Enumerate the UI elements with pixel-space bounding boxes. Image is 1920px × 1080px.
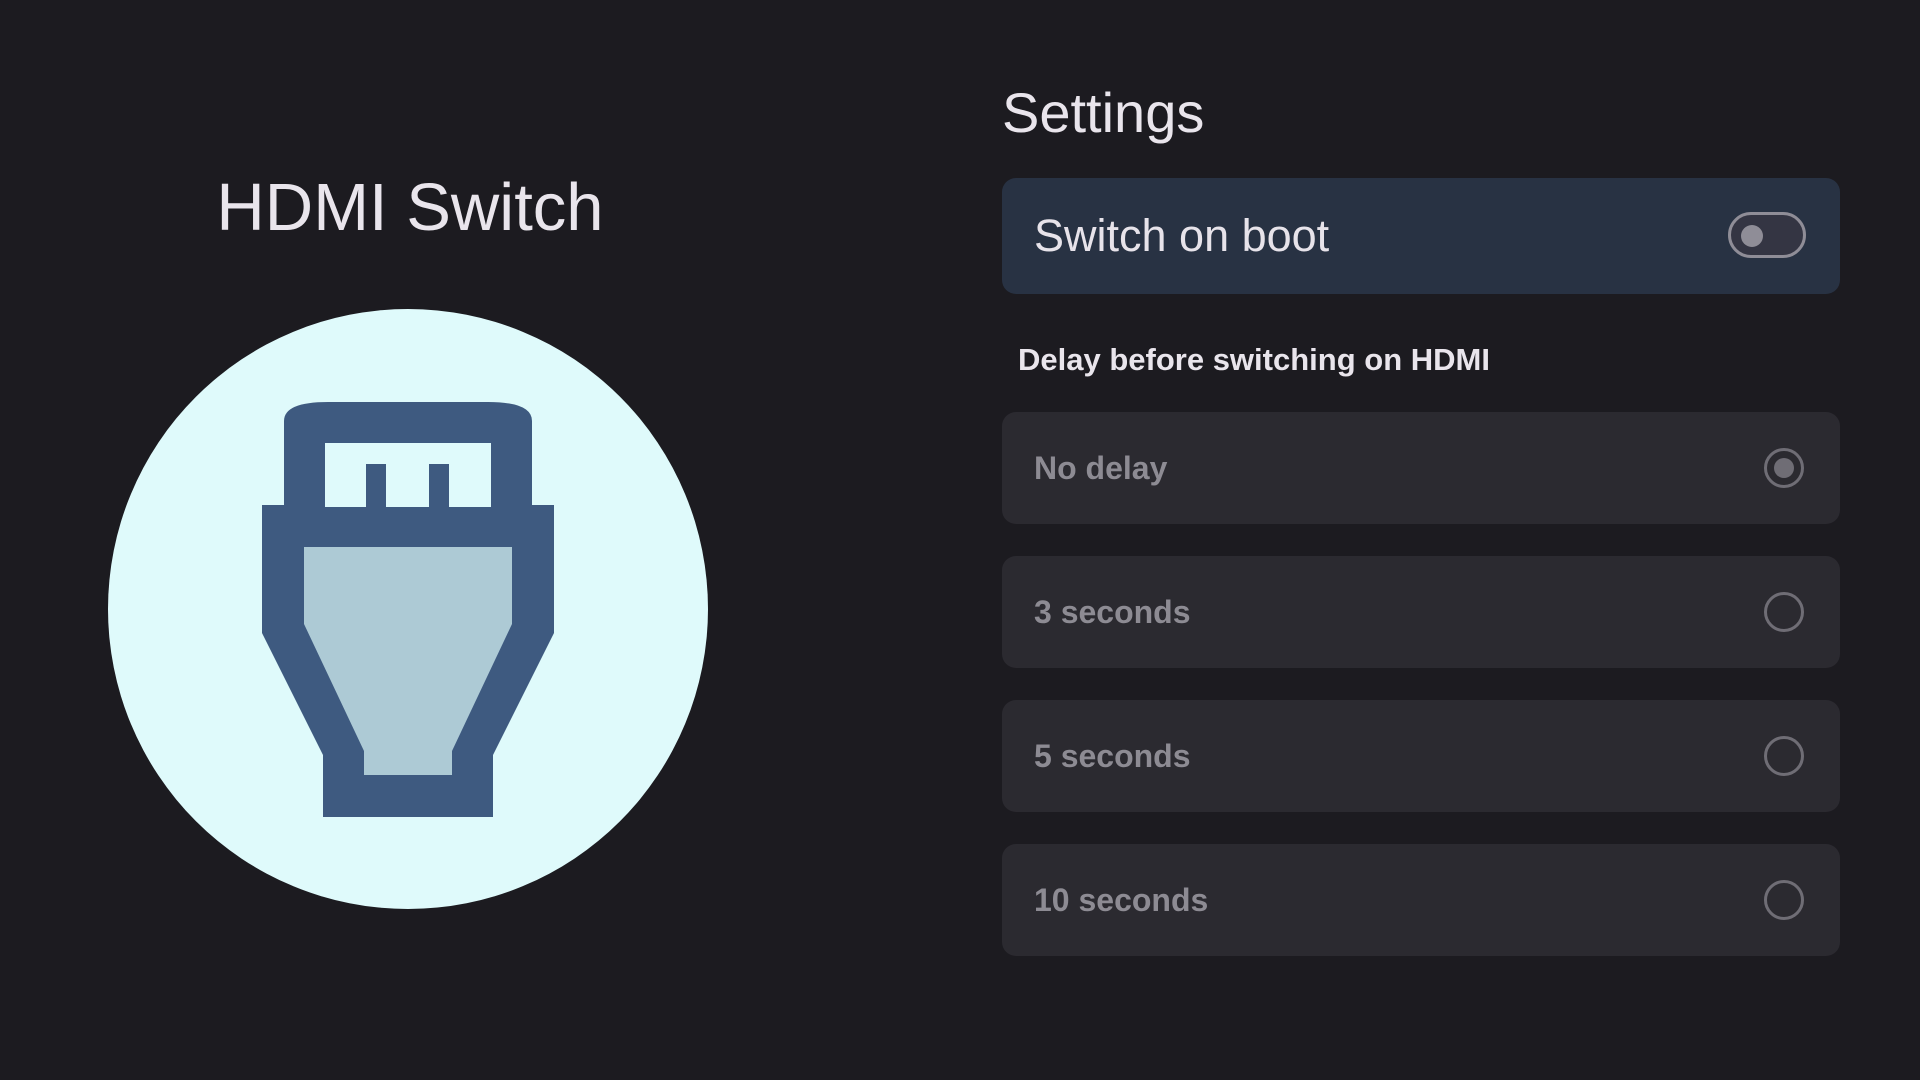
- delay-option-label: 3 seconds: [1034, 594, 1191, 630]
- switch-on-boot-setting[interactable]: Switch on boot: [1002, 178, 1840, 294]
- switch-on-boot-label: Switch on boot: [1034, 210, 1330, 261]
- switch-on-boot-toggle[interactable]: [1728, 212, 1806, 258]
- app-logo: [108, 309, 708, 909]
- delay-section-label: Delay before switching on HDMI: [1018, 342, 1490, 377]
- delay-option-label: No delay: [1034, 450, 1168, 486]
- delay-option-label: 10 seconds: [1034, 882, 1209, 918]
- settings-heading: Settings: [1002, 81, 1205, 144]
- delay-option-no-delay[interactable]: No delay: [1002, 412, 1840, 524]
- delay-option-3-seconds[interactable]: 3 seconds: [1002, 556, 1840, 668]
- radio-button[interactable]: [1764, 736, 1804, 776]
- app-title: HDMI Switch: [216, 170, 604, 245]
- hdmi-connector-icon: [262, 402, 554, 817]
- radio-button[interactable]: [1764, 448, 1804, 488]
- delay-option-5-seconds[interactable]: 5 seconds: [1002, 700, 1840, 812]
- radio-button[interactable]: [1764, 880, 1804, 920]
- delay-option-10-seconds[interactable]: 10 seconds: [1002, 844, 1840, 956]
- toggle-thumb: [1741, 225, 1763, 247]
- delay-option-label: 5 seconds: [1034, 738, 1191, 774]
- radio-button[interactable]: [1764, 592, 1804, 632]
- radio-selected-dot: [1774, 458, 1794, 478]
